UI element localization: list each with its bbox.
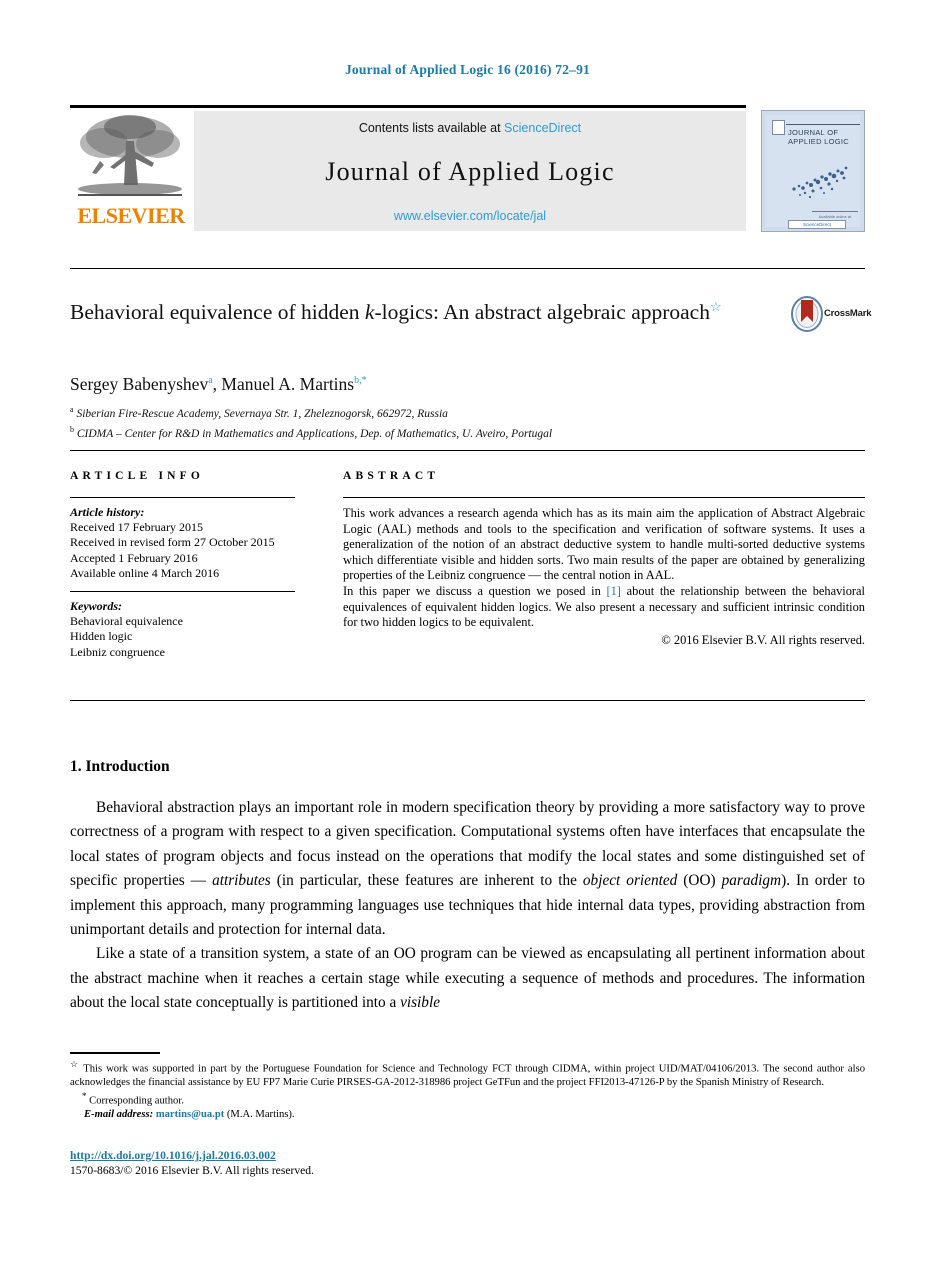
affiliation-b-text: CIDMA – Center for R&D in Mathematics an… <box>76 427 553 440</box>
abstract-column: ABSTRACT This work advances a research a… <box>343 470 865 648</box>
cover-inner: JOURNAL OF APPLIED LOGIC Available onlin… <box>766 115 860 229</box>
doi-link[interactable]: http://dx.doi.org/10.1016/j.jal.2016.03.… <box>70 1148 314 1163</box>
body-p1-em-object-oriented: object oriented <box>582 872 678 890</box>
keyword-item: Hidden logic <box>70 629 133 644</box>
abstract-heading: ABSTRACT <box>343 470 440 482</box>
footnote-corresponding: * Corresponding author. <box>70 1090 865 1108</box>
body-text: Behavioral abstraction plays an importan… <box>70 796 865 1016</box>
cover-foot-caption: Available online at <box>818 214 852 219</box>
crossmark-label: CrossMark <box>824 308 872 319</box>
email-link[interactable]: martins@ua.pt <box>156 1109 224 1120</box>
journal-masthead: ELSEVIER Contents lists available at Sci… <box>70 105 865 232</box>
footnote-corresponding-text: Corresponding author. <box>89 1095 184 1107</box>
abstract-paragraph-1: This work advances a research agenda whi… <box>343 506 865 583</box>
footnote-email: E-mail address: martins@ua.pt (M.A. Mart… <box>70 1108 865 1122</box>
article-info-column: ARTICLE INFO Article history: Received 1… <box>70 470 300 660</box>
journal-url-link[interactable]: www.elsevier.com/locate/jal <box>194 209 746 223</box>
abstract-paragraph-2: In this paper we discuss a question we p… <box>343 584 865 631</box>
author-name-1: Sergey Babenyshev <box>70 374 209 394</box>
author-name-2: Manuel A. Martins <box>221 374 355 394</box>
paper-page: Journal of Applied Logic 16 (2016) 72–91 <box>0 0 935 1266</box>
elsevier-tree-icon <box>78 115 182 196</box>
footnote-rule <box>70 1052 160 1054</box>
info-separator-rule <box>70 450 865 451</box>
contents-available-line: Contents lists available at ScienceDirec… <box>194 121 746 135</box>
footnote-funding-text: This work was supported in part by the P… <box>70 1063 865 1089</box>
elsevier-logo: ELSEVIER <box>70 111 190 231</box>
body-paragraph-1: Behavioral abstraction plays an importan… <box>70 796 865 942</box>
article-history-item: Accepted 1 February 2016 <box>70 550 198 565</box>
cover-title-line2: APPLIED LOGIC <box>788 137 850 146</box>
cover-artwork-icon <box>792 166 848 199</box>
cover-title-line1: JOURNAL OF <box>788 128 839 137</box>
affiliation-a-text: Siberian Fire-Rescue Academy, Severnaya … <box>76 407 448 420</box>
article-history-label: Article history: <box>70 505 145 519</box>
article-history-block: Article history: Received 17 February 20… <box>70 505 300 581</box>
journal-title: Journal of Applied Logic <box>325 157 615 186</box>
keyword-item: Behavioral equivalence <box>70 614 183 629</box>
keywords-block: Keywords: Behavioral equivalence Hidden … <box>70 599 300 660</box>
article-history-item: Received 17 February 2015 <box>70 520 203 535</box>
affiliation-mark-b: b <box>70 424 74 434</box>
affiliation-list: a Siberian Fire-Rescue Academy, Severnay… <box>70 402 865 442</box>
article-info-rule <box>70 497 295 498</box>
abstract-body: This work advances a research agenda whi… <box>343 506 865 648</box>
running-head: Journal of Applied Logic 16 (2016) 72–91 <box>344 62 590 77</box>
section-heading-introduction: 1. Introduction <box>70 758 170 775</box>
title-line-2: approach <box>631 300 710 325</box>
article-info-heading: ARTICLE INFO <box>70 470 205 482</box>
footnote-block: ☆ This work was supported in part by the… <box>70 1058 865 1121</box>
elsevier-wordmark: ELSEVIER <box>77 203 185 228</box>
title-part-2: -logics: An abstract algebraic <box>374 300 626 325</box>
cover-title: JOURNAL OF APPLIED LOGIC <box>788 128 864 146</box>
abstract-p2-pre: In this paper we discuss a question we p… <box>343 583 607 598</box>
abstract-copyright: © 2016 Elsevier B.V. All rights reserved… <box>661 632 865 647</box>
contents-band: Contents lists available at ScienceDirec… <box>194 111 746 231</box>
author-list: Sergey Babenysheva, Manuel A. Martinsb,* <box>70 374 367 394</box>
title-footnote-star-icon[interactable]: ☆ <box>710 299 722 314</box>
article-history-item: Received in revised form 27 October 2015 <box>70 535 275 550</box>
cover-sciencedirect-badge: ScienceDirect <box>788 220 846 229</box>
crossmark-icon <box>791 296 823 332</box>
affiliation-mark-a: a <box>70 405 74 414</box>
title-separator-rule <box>70 268 865 269</box>
affiliation-b: b CIDMA – Center for R&D in Mathematics … <box>70 422 865 442</box>
crossmark-badge[interactable]: CrossMark <box>790 296 872 336</box>
cover-foot-rule <box>812 211 858 212</box>
cover-badge-text: ScienceDirect <box>803 222 831 227</box>
abstract-citation-link[interactable]: [1] <box>606 584 620 598</box>
contents-prefix: Contents lists available at <box>358 121 505 135</box>
body-p1-em-attributes: attributes <box>212 872 271 890</box>
body-paragraph-2: Like a state of a transition system, a s… <box>70 942 865 1015</box>
email-suffix: (M.A. Martins). <box>226 1108 295 1120</box>
author-affil-ref-b[interactable]: b,* <box>354 375 367 386</box>
article-history-item: Available online 4 March 2016 <box>70 565 220 580</box>
journal-cover-thumbnail[interactable]: JOURNAL OF APPLIED LOGIC Available onlin… <box>761 110 865 232</box>
footnote-asterisk-mark: * <box>82 1090 87 1101</box>
keywords-label: Keywords: <box>70 599 122 614</box>
abstract-rule <box>343 497 865 498</box>
author-affil-ref-a[interactable]: a <box>208 375 212 386</box>
email-label: E-mail address: <box>84 1108 154 1120</box>
body-p1-em-paradigm: paradigm <box>721 872 782 890</box>
sciencedirect-link[interactable]: ScienceDirect <box>504 121 581 135</box>
body-p1-part2: (in particular, these features are inher… <box>270 872 583 890</box>
cover-elsevier-icon <box>772 120 785 135</box>
keywords-rule <box>70 591 295 593</box>
issn-copyright-line: 1570-8683/© 2016 Elsevier B.V. All right… <box>70 1164 314 1177</box>
keyword-item: Leibniz congruence <box>70 644 165 659</box>
doi-block: http://dx.doi.org/10.1016/j.jal.2016.03.… <box>70 1148 314 1178</box>
body-separator-rule <box>70 700 865 701</box>
title-part-1: Behavioral equivalence of hidden <box>70 300 365 325</box>
masthead-top-rule <box>70 105 746 108</box>
footnote-star-mark: ☆ <box>70 1059 80 1069</box>
body-p2-em-visible: visible <box>400 994 440 1012</box>
page-title: Behavioral equivalence of hidden k-logic… <box>70 292 760 327</box>
body-p1-part3: (OO) <box>677 872 722 890</box>
body-p2-part1: Like a state of a transition system, a s… <box>70 945 865 1012</box>
cover-top-rule <box>786 124 860 125</box>
footnote-funding: ☆ This work was supported in part by the… <box>70 1058 865 1090</box>
affiliation-a: a Siberian Fire-Rescue Academy, Severnay… <box>70 402 865 422</box>
